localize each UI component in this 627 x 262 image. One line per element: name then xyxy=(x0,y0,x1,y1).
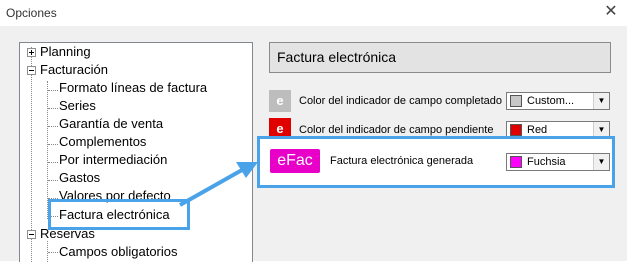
efac-color-value: Fuchsia xyxy=(527,156,566,168)
color-swatch xyxy=(510,156,522,168)
efac-color-select[interactable]: Fuchsia ▼ xyxy=(506,153,610,171)
efac-callout: eFac Factura electrónica generada Fuchsi… xyxy=(257,136,615,188)
chevron-down-icon[interactable]: ▼ xyxy=(593,154,609,170)
efac-icon: eFac xyxy=(270,149,320,173)
arrow-line xyxy=(179,168,243,207)
efac-label: Factura electrónica generada xyxy=(330,155,474,167)
callout-arrow xyxy=(179,162,258,207)
